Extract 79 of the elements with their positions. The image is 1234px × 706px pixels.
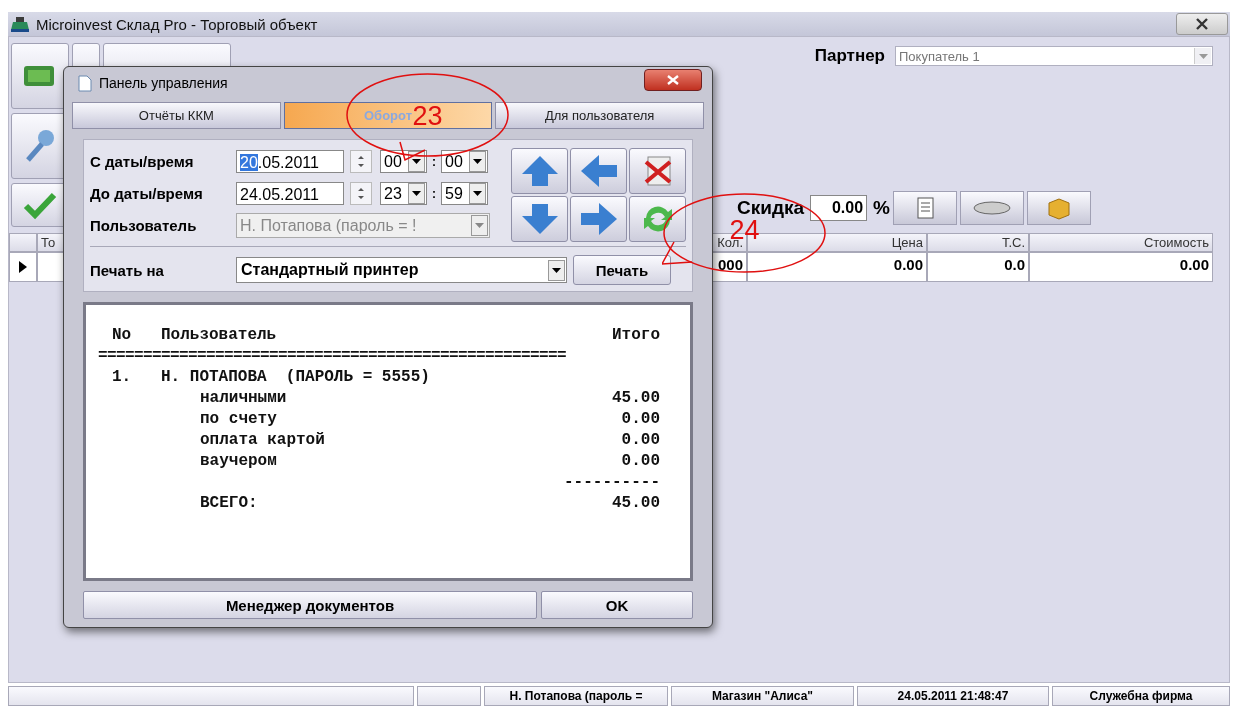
table-cell: 0.00 <box>747 252 927 282</box>
minute-dropdown[interactable]: 00 <box>441 150 488 173</box>
close-button[interactable] <box>1176 13 1228 35</box>
arrow-right-icon <box>578 202 619 236</box>
dropdown-icon <box>412 191 421 196</box>
callout-number: 23 <box>412 103 443 131</box>
report-text: 1. <box>112 367 133 388</box>
report-text: ваучером <box>200 451 278 472</box>
minute-dropdown[interactable]: 59 <box>441 182 488 205</box>
document-button[interactable] <box>892 191 957 225</box>
discount-field[interactable]: 0.00 <box>810 195 868 221</box>
window-title: Microinvest Склад Pro - Торговый объект <box>36 15 319 33</box>
status-bar-field: Н. Потапова (пароль = <box>484 686 668 706</box>
print-button[interactable]: Печать <box>573 255 671 285</box>
hour-dropdown[interactable]: 23 <box>380 182 427 205</box>
payment-button[interactable] <box>11 43 69 109</box>
close-button[interactable] <box>644 69 702 91</box>
left-button[interactable] <box>570 148 627 194</box>
tab[interactable]: Для пользователя <box>495 102 704 129</box>
right-button[interactable] <box>570 196 627 242</box>
report-header: No <box>112 325 133 346</box>
table-cell: 000 <box>711 252 747 282</box>
spin-control[interactable] <box>350 182 372 205</box>
table-cell: 0.0 <box>927 252 1029 282</box>
report-amount: 0.00 <box>621 430 660 451</box>
report-header: Пользователь <box>161 325 278 346</box>
dropdown-icon <box>1198 53 1208 59</box>
date-label: До даты/время <box>90 185 204 202</box>
report-text: ВСЕГО: <box>200 493 259 514</box>
status-bar-field: Магазин "Алиса" <box>671 686 854 706</box>
box-button[interactable] <box>1026 191 1091 225</box>
down-button[interactable] <box>511 196 568 242</box>
table-cell: 0.00 <box>1029 252 1213 282</box>
partner-dropdown[interactable]: Покупатель 1 <box>895 46 1213 66</box>
box-icon <box>1045 195 1072 221</box>
dialog-button[interactable]: OK <box>541 591 693 619</box>
dashed-rule: ---------- <box>564 472 660 493</box>
print-label: Печать на <box>90 261 165 279</box>
delete-button[interactable] <box>629 148 686 194</box>
report-amount: 45.00 <box>612 388 660 409</box>
report-amount: 0.00 <box>621 409 660 430</box>
up-button[interactable] <box>511 148 568 194</box>
percent-sign: % <box>873 197 890 219</box>
status-bar-field: 24.05.2011 21:48:47 <box>857 686 1049 706</box>
document-icon <box>78 74 92 92</box>
scanner-button[interactable] <box>959 191 1024 225</box>
time-separator: : <box>431 154 437 169</box>
time-separator: : <box>431 186 437 201</box>
report-text: по счету <box>200 409 278 430</box>
status-bar-field <box>417 686 481 706</box>
user-label: Пользователь <box>90 217 198 234</box>
cash-register-icon <box>10 16 30 32</box>
dialog-title: Панель управления <box>99 75 229 91</box>
column-header[interactable]: Стоимость <box>1029 233 1213 252</box>
report-text: оплата картой <box>200 430 326 451</box>
report-amount: 45.00 <box>612 493 660 514</box>
dropdown-icon <box>473 191 482 196</box>
report-amount: 0.00 <box>621 451 660 472</box>
close-icon <box>666 75 680 85</box>
dropdown-icon <box>412 159 421 164</box>
report-text: Н. ПОТАПОВА (ПАРОЛЬ = 5555) <box>161 367 431 388</box>
spin-control[interactable] <box>350 150 372 173</box>
printer-dropdown[interactable]: Стандартный принтер <box>236 257 567 283</box>
dropdown-icon <box>552 267 561 273</box>
date-label: С даты/время <box>90 153 195 170</box>
close-icon <box>1195 18 1209 30</box>
tab[interactable]: Отчёты ККМ <box>72 102 281 129</box>
date-field[interactable]: 24.05.2011 <box>236 182 344 205</box>
status-bar-field: Служебна фирма <box>1052 686 1230 706</box>
discount-label: Скидка <box>737 197 805 219</box>
dialog-button[interactable]: Менеджер документов <box>83 591 537 619</box>
dropdown-icon <box>473 159 482 164</box>
partner-label: Партнер <box>814 46 885 66</box>
column-header[interactable]: Т.С. <box>927 233 1029 252</box>
refresh-button[interactable] <box>629 196 686 242</box>
double-rule: ==================================================== <box>98 346 567 367</box>
dropdown-icon <box>475 223 484 228</box>
report-header: Итого <box>612 325 660 346</box>
report-text: наличными <box>200 388 288 409</box>
